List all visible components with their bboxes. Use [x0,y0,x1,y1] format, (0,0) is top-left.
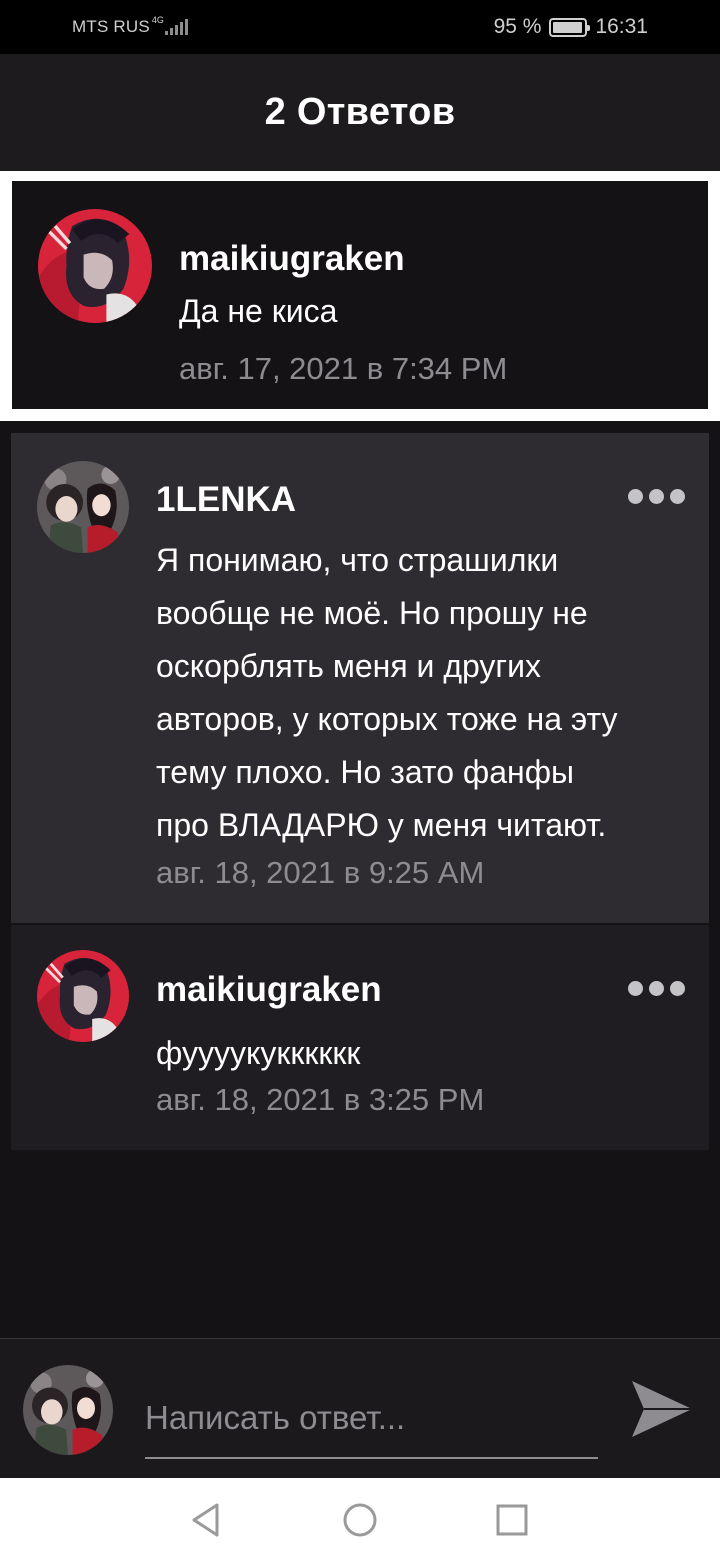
reply-item: 1LENKA Я понимаю, что страшилки вообще н… [11,433,709,923]
avatar-image [38,209,152,323]
signal-icon [164,19,188,35]
nav-back-icon [192,1503,219,1537]
battery-icon [549,17,591,37]
reply-username[interactable]: 1LENKA [156,480,296,520]
reply-input[interactable] [145,1387,598,1459]
compose-bar [0,1338,720,1478]
reply-text-line: вообще не моё. Но прошу не [156,595,588,631]
avatar[interactable] [38,209,152,323]
battery-percent: 95 % [493,15,542,38]
reply-text: Я понимаю, что страшилки вообще не моё. … [156,534,618,852]
network-type: 4G [151,15,164,25]
comment-timestamp: авг. 17, 2021 в 7:34 PM [179,351,508,386]
more-dots-icon[interactable] [628,489,685,504]
nav-home-icon [343,1503,377,1537]
reply-text: фуууукукккккк [156,1035,361,1071]
parent-comment: maikiugraken Да не киса авг. 17, 2021 в … [12,181,708,409]
parent-comment-frame: maikiugraken Да не киса авг. 17, 2021 в … [0,171,720,421]
avatar [23,1365,113,1455]
send-icon [632,1381,692,1437]
comment-text: Да не киса [179,293,338,329]
page-header: 2 Ответов [0,54,720,171]
reply-text-line: тему плохо. Но зато фанфы [156,754,575,790]
status-right: 95 % 16:31 [494,15,648,39]
reply-timestamp: авг. 18, 2021 в 9:25 AM [156,855,485,890]
reply-item: maikiugraken фуууукукккккк авг. 18, 2021… [11,925,709,1150]
clock: 16:31 [595,15,648,38]
system-nav-bar [0,1478,720,1560]
nav-back-button[interactable] [186,1500,226,1540]
reply-username[interactable]: maikiugraken [156,970,382,1010]
reply-text-line: про ВЛАДАРЮ у меня читают. [156,807,607,843]
nav-recent-button[interactable] [492,1500,532,1540]
avatar-image [23,1365,113,1455]
carrier-name: MTS RUS [72,17,150,36]
nav-recent-icon [496,1504,528,1536]
avatar[interactable] [37,950,129,1042]
reply-text-line: оскорблять меня и других [156,648,541,684]
reply-text-line: Я понимаю, что страшилки [156,542,559,578]
send-button[interactable] [630,1377,694,1441]
status-bar: MTS RUS 4G 95 % 16:31 [0,0,720,54]
avatar[interactable] [37,461,129,553]
more-dots-icon[interactable] [628,981,685,996]
reply-text-line: авторов, у которых тоже на эту [156,701,618,737]
avatar-image [37,950,129,1042]
reply-timestamp: авг. 18, 2021 в 3:25 PM [156,1082,485,1117]
avatar-image [37,461,129,553]
battery-fill [553,21,582,33]
page-title: 2 Ответов [264,91,456,133]
status-left: MTS RUS 4G [72,15,188,37]
comment-username[interactable]: maikiugraken [179,239,405,279]
nav-home-button[interactable] [340,1500,380,1540]
